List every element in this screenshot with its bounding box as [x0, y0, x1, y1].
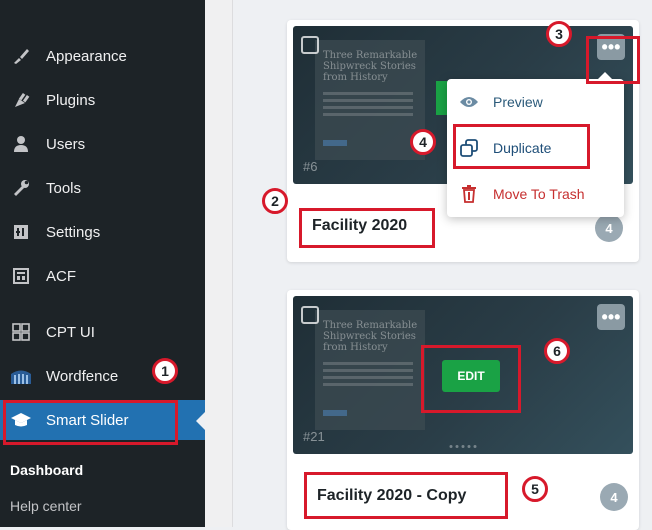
- sidebar-item-label: Users: [46, 135, 86, 153]
- thumbnail-heading: Three Remarkable Shipwreck Stories from …: [323, 50, 418, 83]
- menu-item-preview[interactable]: Preview: [459, 90, 543, 114]
- sidebar-item-label: ACF: [46, 267, 76, 285]
- more-options-button[interactable]: •••: [597, 304, 625, 330]
- highlight-duplicate: [453, 124, 590, 169]
- acf-icon: [10, 265, 32, 287]
- menu-item-move-to-trash[interactable]: Move To Trash: [459, 182, 585, 206]
- highlight-more-options: [586, 36, 640, 84]
- sidebar-item-label: Plugins: [46, 91, 96, 109]
- content-gutter: [205, 0, 233, 527]
- select-checkbox[interactable]: [301, 36, 319, 54]
- sidebar-item-acf[interactable]: ACF: [0, 256, 205, 296]
- trash-icon: [459, 184, 479, 204]
- step-marker: 1: [152, 358, 178, 384]
- step-marker: 5: [522, 476, 548, 502]
- step-marker: 3: [546, 21, 572, 47]
- sidebar-item-tools[interactable]: Tools: [0, 168, 205, 208]
- slide-count-badge: 4: [600, 483, 628, 511]
- highlight-slider-title: [299, 208, 435, 248]
- user-icon: [10, 133, 32, 155]
- wrench-icon: [10, 177, 32, 199]
- slide-id: #6: [303, 159, 318, 174]
- divider: [232, 0, 233, 527]
- settings-icon: [10, 221, 32, 243]
- step-marker: 2: [262, 188, 288, 214]
- highlight-smart-slider: [3, 400, 178, 445]
- sidebar-item-cpt-ui[interactable]: CPT UI: [0, 312, 205, 352]
- select-checkbox[interactable]: [301, 306, 319, 324]
- sidebar-item-label: Wordfence: [46, 367, 119, 385]
- sidebar-item-label: Tools: [46, 179, 82, 197]
- submenu-help-center[interactable]: Help center: [10, 498, 82, 514]
- thumbnail-preview: Three Remarkable Shipwreck Stories from …: [315, 40, 425, 160]
- sidebar-item-label: Appearance: [46, 47, 127, 65]
- grid-icon: [10, 321, 32, 343]
- step-marker: 4: [410, 129, 436, 155]
- thumbnail-heading: Three Remarkable Shipwreck Stories from …: [323, 320, 418, 353]
- menu-item-label: Preview: [493, 94, 543, 110]
- highlight-copy-title: [304, 472, 508, 519]
- plug-icon: [10, 89, 32, 111]
- active-indicator: [196, 412, 205, 430]
- sidebar-item-plugins[interactable]: Plugins: [0, 80, 205, 120]
- eye-icon: [459, 92, 479, 112]
- wordfence-icon: [10, 365, 32, 387]
- paintbrush-icon: [10, 45, 32, 67]
- sidebar-item-appearance[interactable]: Appearance: [0, 36, 205, 76]
- thumbnail-preview: Three Remarkable Shipwreck Stories from …: [315, 310, 425, 430]
- submenu-dashboard[interactable]: Dashboard: [10, 462, 83, 478]
- slide-count-badge: 4: [595, 214, 623, 242]
- menu-item-label: Move To Trash: [493, 186, 585, 202]
- step-marker: 6: [544, 338, 570, 364]
- ellipsis-icon: •••: [601, 307, 621, 327]
- slide-id: #21: [303, 429, 325, 444]
- sidebar-item-label: Settings: [46, 223, 101, 241]
- sidebar-item-settings[interactable]: Settings: [0, 212, 205, 252]
- sidebar-item-label: CPT UI: [46, 323, 95, 341]
- admin-sidebar: Appearance Plugins Users Tools Settings …: [0, 0, 205, 527]
- highlight-edit-button: [421, 345, 521, 413]
- sidebar-item-users[interactable]: Users: [0, 124, 205, 164]
